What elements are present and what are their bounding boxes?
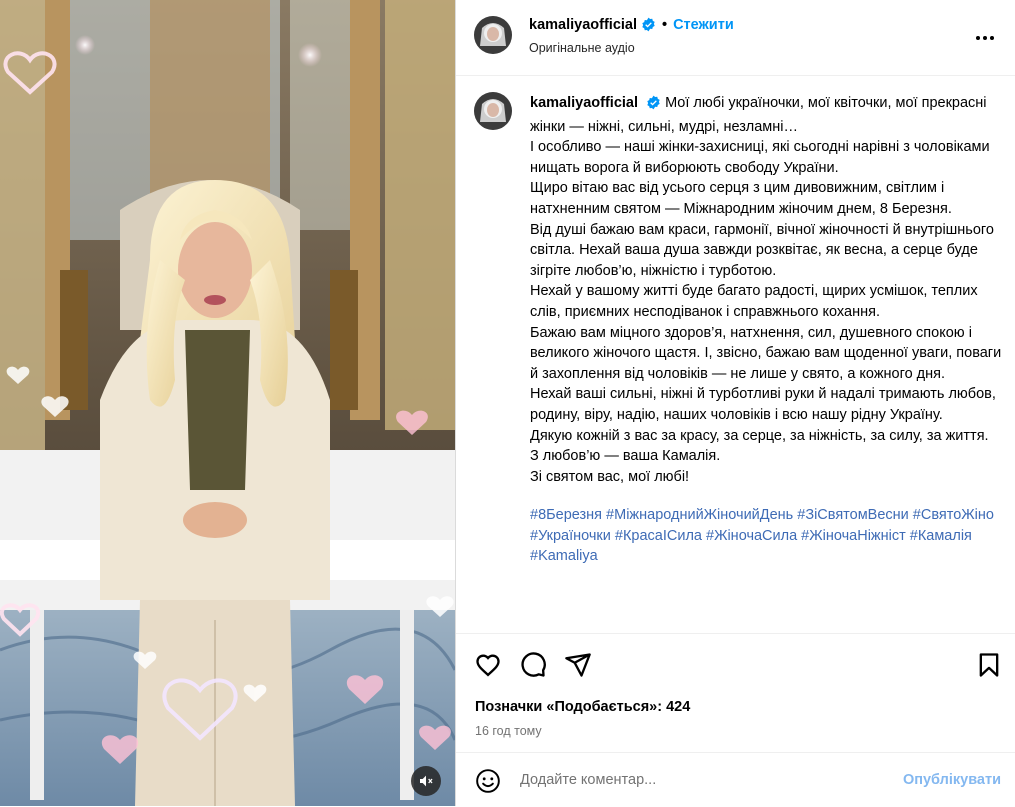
caption-username[interactable]: kamaliyaofficial [530, 95, 638, 111]
post-video-frame [0, 0, 455, 806]
caption-first-line: kamaliyaofficial Мої любі україночки, мо… [530, 93, 1002, 137]
audio-label[interactable]: Оригінальне аудіо [529, 41, 635, 55]
caption-paragraph: І особливо — наші жінки-захисниці, які с… [530, 139, 990, 176]
caption-avatar[interactable] [474, 92, 512, 130]
more-options-icon[interactable] [973, 26, 997, 50]
post-media[interactable] [0, 0, 455, 806]
follow-button[interactable]: Стежити [673, 17, 734, 33]
verified-badge-icon [641, 17, 656, 36]
caption-text: kamaliyaofficial Мої любі україночки, мо… [530, 93, 1002, 567]
username-link[interactable]: kamaliyaofficial [529, 17, 637, 33]
verified-badge-icon [646, 95, 661, 117]
post-actions: Позначки «Подобається»: 424 16 год тому [456, 633, 1015, 754]
avatar[interactable] [474, 16, 512, 54]
comment-icon[interactable] [519, 651, 547, 679]
hashtags[interactable]: #8Березня #МіжнароднийЖіночийДень #ЗіСвя… [530, 505, 1002, 567]
avatar-image [474, 92, 512, 130]
separator-dot: • [662, 17, 668, 33]
caption-paragraph: З любов’ю — ваша Камалія. [530, 448, 721, 465]
muted-speaker-icon [420, 775, 433, 787]
caption-paragraph: Зі святом вас, мої любі! [530, 468, 690, 485]
comment-input[interactable] [520, 768, 870, 792]
share-icon[interactable] [564, 651, 592, 679]
bookmark-icon[interactable] [975, 651, 1003, 679]
caption-area: kamaliyaofficial Мої любі україночки, мо… [474, 90, 1004, 635]
emoji-icon[interactable] [475, 768, 501, 794]
avatar-image [474, 16, 512, 54]
post-header: kamaliyaofficial • Стежити Оригінальне ауд… [456, 0, 1015, 76]
header-user-line: kamaliyaofficial • Стежити [529, 17, 734, 36]
post-timestamp[interactable]: 16 год тому [475, 724, 542, 738]
caption-paragraph: Нехай у вашому житті буде багато радості… [530, 283, 978, 320]
likes-count[interactable]: Позначки «Подобається»: 424 [475, 699, 690, 715]
heart-icon[interactable] [474, 651, 502, 679]
caption-paragraph: Бажаю вам міцного здоров’я, натхнення, с… [530, 324, 1002, 382]
caption-paragraph: Дякую кожній з вас за красу, за серце, з… [530, 427, 989, 444]
caption-paragraph: Нехай ваші сильні, ніжні й турботливі ру… [530, 386, 996, 423]
comment-bar: Опублікувати [456, 752, 1015, 807]
post-side-panel: kamaliyaofficial • Стежити Оригінальне ауд… [456, 0, 1015, 806]
publish-button[interactable]: Опублікувати [903, 772, 1001, 788]
mute-button[interactable] [411, 766, 441, 796]
caption-paragraph: Від душі бажаю вам краси, гармонії, вічн… [530, 221, 994, 279]
caption-paragraph: Щиро вітаю вас від усього серця з цим ди… [530, 180, 952, 217]
